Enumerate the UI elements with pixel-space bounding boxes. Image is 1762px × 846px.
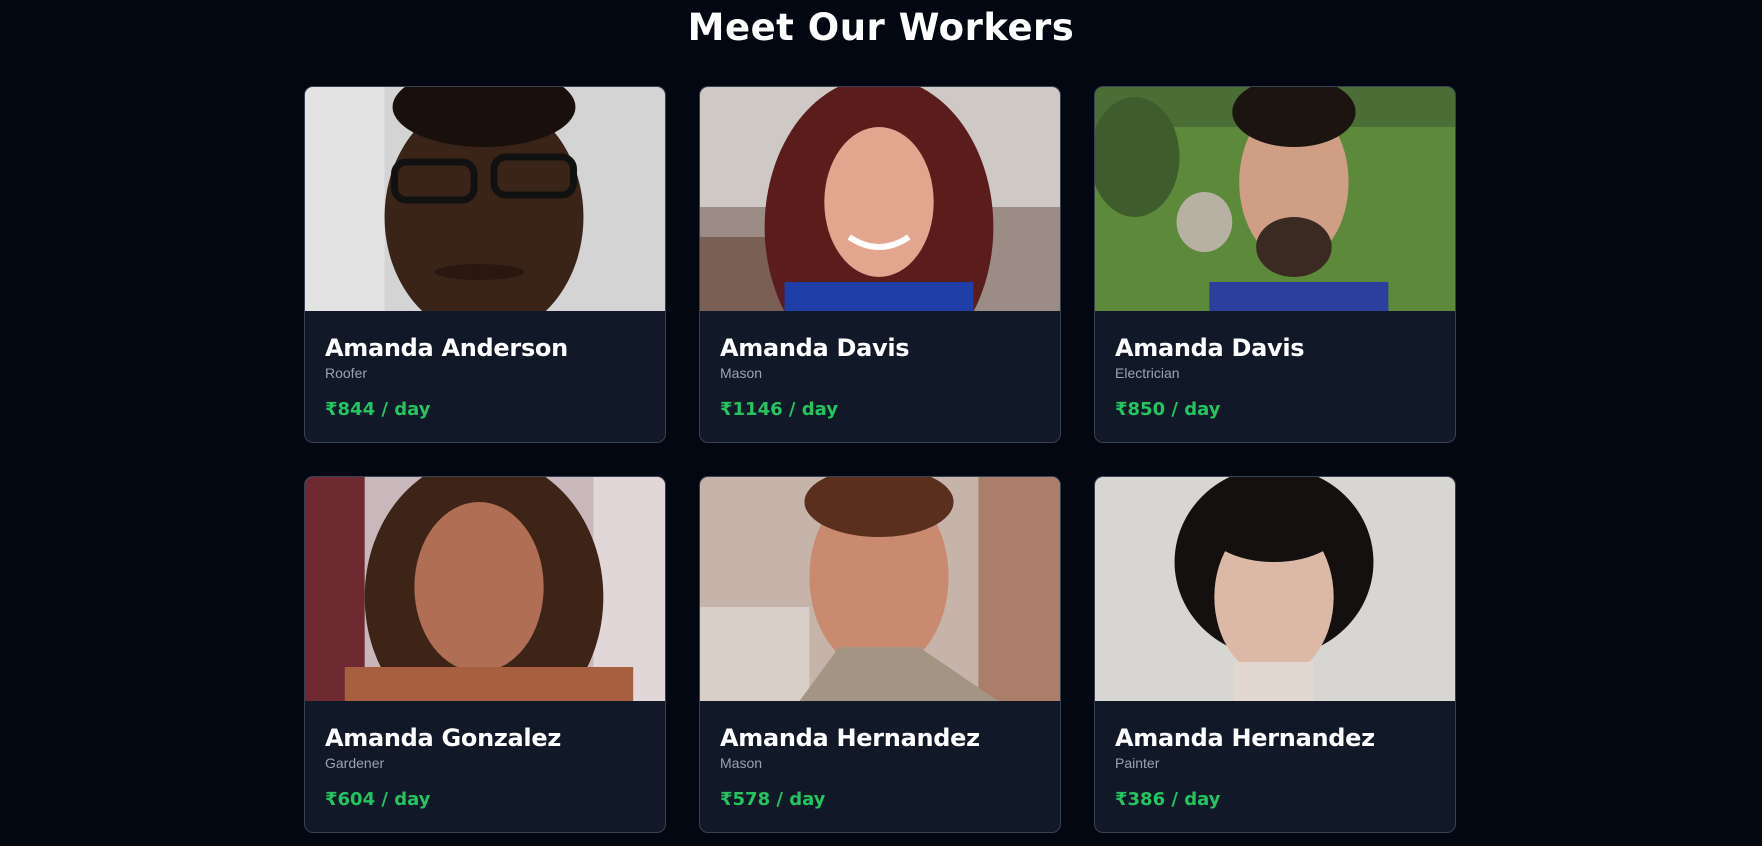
worker-photo: [700, 477, 1060, 701]
worker-role: Painter: [1115, 755, 1160, 771]
worker-card[interactable]: Amanda Davis Mason ₹1146 / day: [699, 86, 1061, 443]
worker-role: Mason: [720, 755, 763, 771]
worker-rate: ₹604 / day: [325, 789, 431, 810]
worker-name: Amanda Gonzalez: [325, 724, 562, 752]
worker-name: Amanda Davis: [720, 334, 910, 362]
worker-role: Gardener: [325, 755, 385, 771]
worker-name: Amanda Hernandez: [720, 724, 980, 752]
worker-role: Roofer: [325, 365, 368, 381]
worker-name: Amanda Anderson: [325, 334, 568, 362]
worker-role: Mason: [720, 365, 763, 381]
worker-card[interactable]: Amanda Hernandez Painter ₹386 / day: [1094, 476, 1456, 833]
workers-grid: Amanda Anderson Roofer ₹844 / day Amanda…: [304, 86, 1457, 833]
worker-card[interactable]: Amanda Anderson Roofer ₹844 / day: [304, 86, 666, 443]
worker-photo: [305, 477, 665, 701]
worker-name: Amanda Davis: [1115, 334, 1305, 362]
worker-rate: ₹386 / day: [1115, 789, 1221, 810]
worker-photo: [1095, 477, 1455, 701]
worker-rate: ₹1146 / day: [720, 399, 838, 420]
worker-card[interactable]: Amanda Gonzalez Gardener ₹604 / day: [304, 476, 666, 833]
worker-photo: [700, 87, 1060, 311]
worker-name: Amanda Hernandez: [1115, 724, 1375, 752]
page-title: Meet Our Workers: [687, 6, 1075, 49]
worker-rate: ₹850 / day: [1115, 399, 1221, 420]
worker-rate: ₹844 / day: [325, 399, 431, 420]
worker-role: Electrician: [1115, 365, 1180, 381]
worker-photo: [305, 87, 665, 311]
worker-photo: [1095, 87, 1455, 311]
worker-card[interactable]: Amanda Hernandez Mason ₹578 / day: [699, 476, 1061, 833]
worker-rate: ₹578 / day: [720, 789, 826, 810]
worker-card[interactable]: Amanda Davis Electrician ₹850 / day: [1094, 86, 1456, 443]
